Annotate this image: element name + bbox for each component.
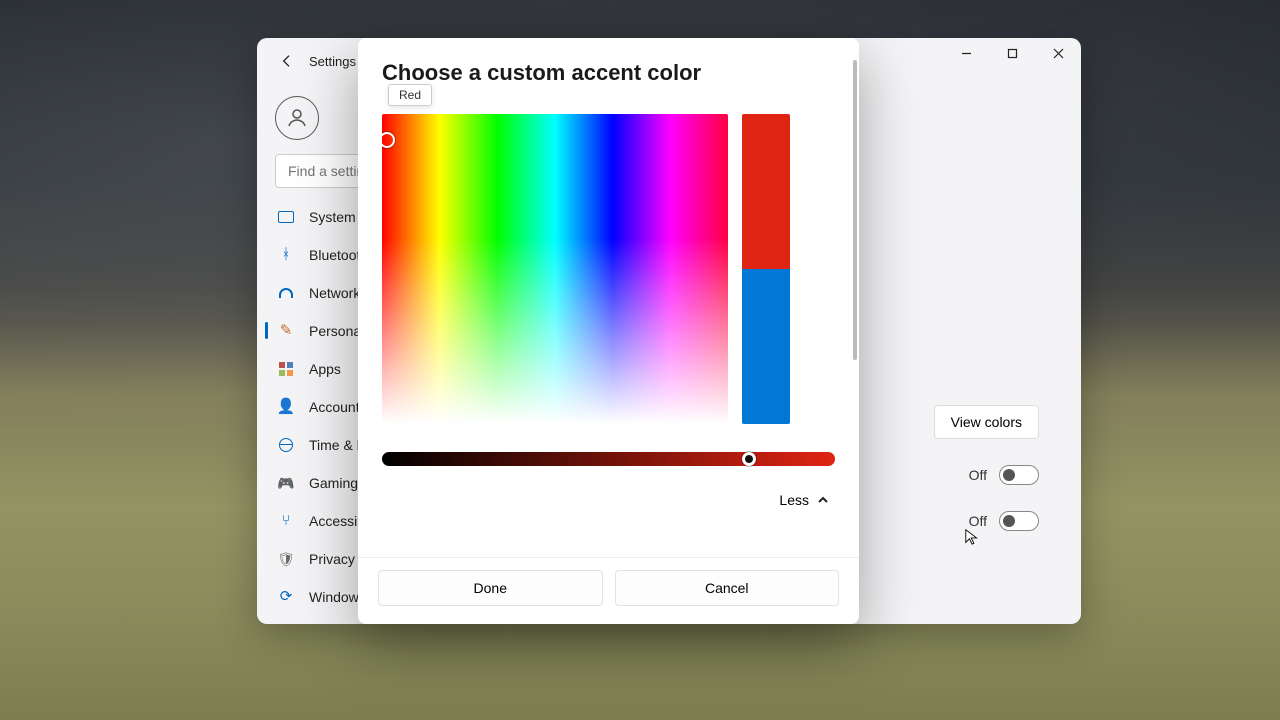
preview-new-color <box>742 114 790 269</box>
person-icon: 👤 <box>277 398 295 416</box>
globe-icon <box>277 436 295 454</box>
toggle-row-1: Off <box>969 465 1039 485</box>
sidebar-item-label: Apps <box>309 361 341 377</box>
spectrum-thumb[interactable] <box>382 132 395 148</box>
window-title: Settings <box>309 54 356 69</box>
close-button[interactable] <box>1035 38 1081 68</box>
view-colors-button[interactable]: View colors <box>934 405 1039 439</box>
chevron-up-icon <box>817 494 829 506</box>
value-slider-thumb[interactable] <box>742 452 756 466</box>
color-spectrum[interactable] <box>382 114 728 424</box>
value-slider[interactable] <box>382 452 835 466</box>
shield-icon: 🛡 <box>277 550 295 568</box>
maximize-button[interactable] <box>989 38 1035 68</box>
avatar-icon <box>275 96 319 140</box>
minimize-button[interactable] <box>943 38 989 68</box>
toggle-2-label: Off <box>969 513 987 529</box>
back-button[interactable] <box>273 47 301 75</box>
apps-icon <box>277 360 295 378</box>
toggle-1[interactable] <box>999 465 1039 485</box>
gaming-icon: 🎮 <box>277 474 295 492</box>
mouse-cursor-icon <box>964 528 982 551</box>
monitor-icon <box>277 208 295 226</box>
done-button[interactable]: Done <box>378 570 603 606</box>
bluetooth-icon: ᚼ <box>277 246 295 264</box>
brush-icon: ✎ <box>277 322 295 340</box>
less-toggle[interactable]: Less <box>773 488 835 512</box>
window-controls <box>943 38 1081 68</box>
sidebar-item-label: System <box>309 209 356 225</box>
dialog-scrollbar[interactable] <box>853 60 857 360</box>
preview-previous-color <box>742 269 790 424</box>
color-name-tooltip: Red <box>388 84 432 106</box>
less-label: Less <box>779 492 809 508</box>
color-preview <box>742 114 790 424</box>
wifi-icon <box>277 284 295 302</box>
color-picker-dialog: Choose a custom accent color Red Less Do… <box>358 38 859 624</box>
sidebar-item-label: Gaming <box>309 475 358 491</box>
toggle-2[interactable] <box>999 511 1039 531</box>
dialog-title: Choose a custom accent color <box>382 60 835 86</box>
toggle-1-label: Off <box>969 467 987 483</box>
update-icon: ⟳ <box>277 588 295 606</box>
cancel-button[interactable]: Cancel <box>615 570 840 606</box>
accessibility-icon: ⑂ <box>277 512 295 530</box>
